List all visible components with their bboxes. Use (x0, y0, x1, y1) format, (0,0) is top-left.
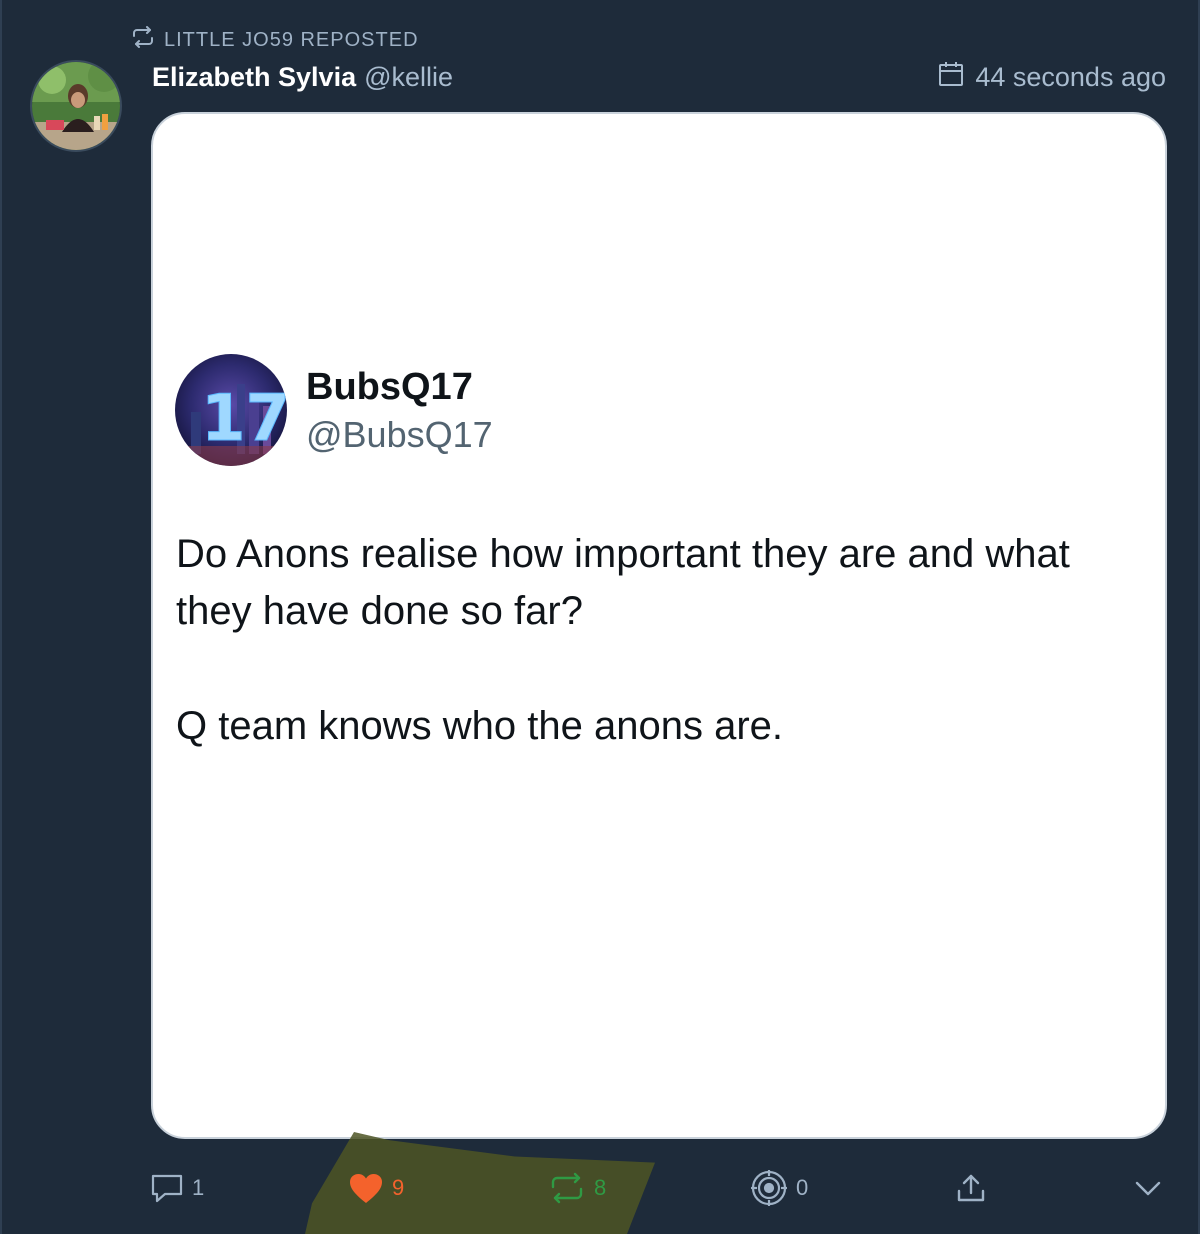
quoted-post-body: Do Anons realise how important they are … (176, 526, 1156, 755)
quoted-author-avatar[interactable]: 17 (175, 354, 287, 466)
reply-button[interactable]: 1 (150, 1165, 204, 1211)
reply-icon (150, 1173, 184, 1203)
quoted-paragraph: Do Anons realise how important they are … (176, 532, 1070, 633)
quote-button[interactable]: 0 (750, 1165, 808, 1211)
reply-count: 1 (192, 1175, 205, 1200)
author-handle[interactable]: @kellie (364, 62, 453, 93)
post-actions-bar: 1 9 8 0 (0, 1165, 1200, 1211)
quoted-paragraph: Q team knows who the anons are. (176, 704, 783, 748)
quoted-author-name[interactable]: BubsQ17 (306, 366, 473, 409)
repost-action-icon (548, 1172, 586, 1204)
repost-label: LITTLE JO59 REPOSTED (164, 28, 419, 51)
chevron-down-icon (1134, 1178, 1162, 1198)
post-header: Elizabeth Sylvia @kellie (152, 58, 453, 96)
more-options-button[interactable] (1134, 1165, 1162, 1211)
share-button[interactable] (956, 1165, 986, 1211)
like-count: 9 (392, 1175, 405, 1200)
post-timestamp: 44 seconds ago (937, 58, 1166, 96)
heart-icon (348, 1172, 384, 1204)
quoted-author-handle[interactable]: @BubsQ17 (306, 414, 493, 456)
repost-count: 8 (594, 1175, 607, 1200)
quote-count: 0 (796, 1175, 809, 1200)
repost-icon (130, 26, 156, 54)
quoted-post-card[interactable]: 17 BubsQ17 @BubsQ17 Do Anons realise how… (151, 112, 1167, 1139)
calendar-icon (937, 60, 965, 95)
author-avatar[interactable] (30, 60, 122, 152)
left-edge-divider (0, 0, 2, 1234)
like-button[interactable]: 9 (348, 1165, 404, 1211)
repost-indicator: LITTLE JO59 REPOSTED (130, 26, 419, 54)
share-icon (956, 1173, 986, 1203)
author-name[interactable]: Elizabeth Sylvia (152, 62, 356, 93)
quoted-avatar-text: 17 (201, 382, 287, 456)
target-icon (750, 1169, 788, 1207)
timestamp-text: 44 seconds ago (975, 61, 1166, 92)
repost-button[interactable]: 8 (548, 1165, 606, 1211)
